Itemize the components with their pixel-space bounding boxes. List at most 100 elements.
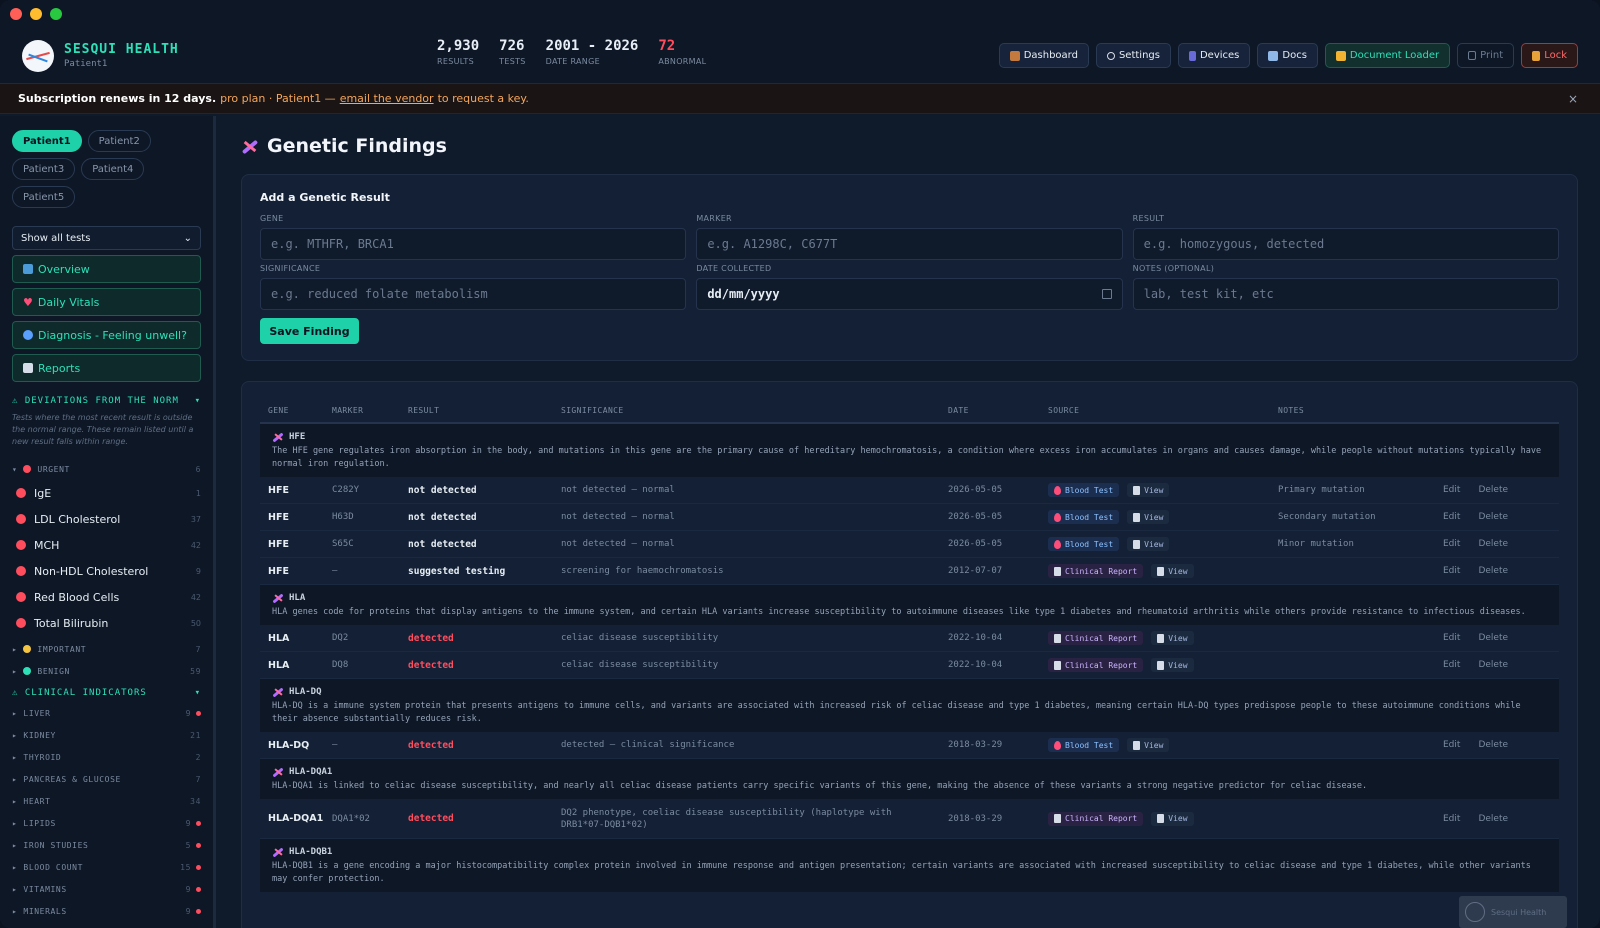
view-source-button[interactable]: View [1127, 537, 1170, 551]
deviation-test-item[interactable]: Total Bilirubin 50 [12, 610, 201, 636]
view-source-button[interactable]: View [1151, 658, 1194, 672]
edit-button[interactable]: Edit [1443, 566, 1460, 576]
patient-tab-1[interactable]: Patient1 [12, 130, 82, 152]
view-source-button[interactable]: View [1151, 564, 1194, 578]
clinical-item-pancreas[interactable]: ▸ PANCREAS & GLUCOSE 7 [12, 768, 201, 790]
table-row[interactable]: HFE S65C not detected not detected — normal… [260, 531, 1559, 558]
patient-tab-3[interactable]: Patient3 [12, 158, 76, 180]
cell-source: Blood Test View [1048, 738, 1278, 752]
deviations-note: Tests where the most recent result is ou… [12, 413, 194, 446]
email-vendor-link[interactable]: email the vendor [340, 92, 434, 105]
view-source-button[interactable]: View [1127, 510, 1170, 524]
edit-button[interactable]: Edit [1443, 633, 1460, 643]
cell-marker: C282Y [332, 485, 360, 495]
date-input[interactable]: dd/mm/yyyy [696, 278, 1123, 310]
document-icon [1133, 512, 1141, 522]
test-count: 37 [190, 514, 201, 524]
table-row[interactable]: HFE — suggested testing screening for haemo… [260, 558, 1559, 585]
clinical-item-kidney[interactable]: ▸ KIDNEY 21 [12, 724, 201, 746]
category-urgent[interactable]: ▾ URGENT 6 [12, 458, 201, 480]
delete-button[interactable]: Delete [1478, 660, 1508, 670]
edit-button[interactable]: Edit [1443, 814, 1460, 824]
cell-source: Blood Test View [1048, 483, 1278, 497]
delete-button[interactable]: Delete [1478, 633, 1508, 643]
view-source-button[interactable]: View [1151, 631, 1194, 645]
delete-button[interactable]: Delete [1478, 814, 1508, 824]
clinical-item-iron[interactable]: ▸ IRON STUDIES 5 [12, 834, 201, 856]
gene-input[interactable]: e.g. MTHFR, BRCA1 [260, 228, 687, 260]
sidebar-item-reports[interactable]: Reports [12, 354, 201, 382]
clinical-item-liver[interactable]: ▸ LIVER 9 [12, 702, 201, 724]
category-important[interactable]: ▸ IMPORTANT 7 [12, 638, 201, 660]
document-icon [1157, 566, 1165, 576]
docs-button[interactable]: Docs [1257, 43, 1318, 68]
edit-button[interactable]: Edit [1443, 485, 1460, 495]
view-source-button[interactable]: View [1151, 811, 1194, 826]
category-benign[interactable]: ▸ BENIGN 59 [12, 660, 201, 682]
deviation-test-item[interactable]: Non-HDL Cholesterol 9 [12, 558, 201, 584]
patient-tab-5[interactable]: Patient5 [12, 186, 76, 208]
deviation-test-item[interactable]: Red Blood Cells 42 [12, 584, 201, 610]
lock-button[interactable]: Lock [1521, 43, 1578, 68]
table-row[interactable]: HLA-DQ — detected detected — clinical signi… [260, 732, 1559, 759]
close-window-button[interactable] [10, 8, 22, 20]
edit-button[interactable]: Edit [1443, 740, 1460, 750]
clinical-indicators-header[interactable]: ⚠ CLINICAL INDICATORS ▾ [12, 688, 201, 698]
marker-input[interactable]: e.g. A1298C, C677T [696, 228, 1123, 260]
clinical-item-blood-count[interactable]: ▸ BLOOD COUNT 15 [12, 856, 201, 878]
clinical-item-heart[interactable]: ▸ HEART 34 [12, 790, 201, 812]
document-loader-button[interactable]: Document Loader [1324, 43, 1451, 68]
view-source-button[interactable]: View [1127, 738, 1170, 752]
view-source-button[interactable]: View [1127, 483, 1170, 497]
delete-button[interactable]: Delete [1478, 740, 1508, 750]
gene-group-title: HLA-DQ [272, 687, 1547, 697]
settings-button[interactable]: Settings [1095, 43, 1171, 68]
gene-group-title: HFE [272, 432, 1547, 442]
save-finding-button[interactable]: Save Finding [260, 318, 359, 344]
gene-group-description: HLA genes code for proteins that display… [272, 607, 1526, 617]
edit-button[interactable]: Edit [1443, 539, 1460, 549]
clinical-item-minerals[interactable]: ▸ MINERALS 9 [12, 900, 201, 922]
notes-input[interactable]: lab, test kit, etc [1132, 278, 1559, 310]
watermark-logo-icon [1465, 902, 1485, 922]
table-row[interactable]: HFE H63D not detected not detected — normal… [260, 504, 1559, 531]
delete-button[interactable]: Delete [1478, 566, 1508, 576]
edit-button[interactable]: Edit [1443, 660, 1460, 670]
result-input[interactable]: e.g. homozygous, detected [1132, 228, 1559, 260]
patient-tab-2[interactable]: Patient2 [87, 130, 151, 152]
delete-button[interactable]: Delete [1478, 539, 1508, 549]
table-row[interactable]: HLA-DQA1 DQA1*02 detected DQ2 phenotype, co… [260, 799, 1559, 839]
calendar-icon[interactable] [1101, 289, 1112, 299]
lock-icon [1532, 50, 1541, 61]
cell-marker: S65C [332, 539, 354, 549]
test-filter-select[interactable]: Show all tests ⌄ [12, 226, 201, 250]
delete-button[interactable]: Delete [1478, 512, 1508, 522]
minimize-window-button[interactable] [30, 8, 42, 20]
significance-input[interactable]: e.g. reduced folate metabolism [260, 278, 687, 310]
stat-tests: 726 TESTS [499, 38, 525, 66]
close-icon[interactable]: × [1568, 92, 1578, 106]
app-name: SESQUI HEALTH [64, 42, 179, 57]
clinical-item-vitamins[interactable]: ▸ VITAMINS 9 [12, 878, 201, 900]
clinical-item-lipids[interactable]: ▸ LIPIDS 9 [12, 812, 201, 834]
edit-button[interactable]: Edit [1443, 512, 1460, 522]
book-icon [1268, 50, 1279, 61]
table-row[interactable]: HLA DQ8 detected celiac disease susceptibil… [260, 652, 1559, 679]
maximize-window-button[interactable] [50, 8, 62, 20]
table-row[interactable]: HLA DQ2 detected celiac disease susceptibil… [260, 625, 1559, 652]
deviation-test-item[interactable]: IgE 1 [12, 480, 201, 506]
clinical-item-thyroid[interactable]: ▸ THYROID 2 [12, 746, 201, 768]
dashboard-button[interactable]: Dashboard [998, 43, 1089, 68]
table-row[interactable]: HFE C282Y not detected not detected — norma… [260, 477, 1559, 504]
sidebar-item-overview[interactable]: Overview [12, 255, 201, 283]
deviation-test-item[interactable]: LDL Cholesterol 37 [12, 506, 201, 532]
delete-button[interactable]: Delete [1478, 485, 1508, 495]
column-header: DATE [948, 405, 969, 415]
sidebar-item-daily-vitals[interactable]: ♥ Daily Vitals [12, 288, 201, 316]
deviations-header[interactable]: ⚠ DEVIATIONS FROM THE NORM ▾ [12, 396, 201, 406]
patient-tab-4[interactable]: Patient4 [81, 158, 145, 180]
deviation-test-item[interactable]: MCH 42 [12, 532, 201, 558]
print-button[interactable]: Print [1457, 43, 1515, 68]
devices-button[interactable]: Devices [1177, 43, 1251, 68]
sidebar-item-diagnosis[interactable]: Diagnosis - Feeling unwell? [12, 321, 201, 349]
